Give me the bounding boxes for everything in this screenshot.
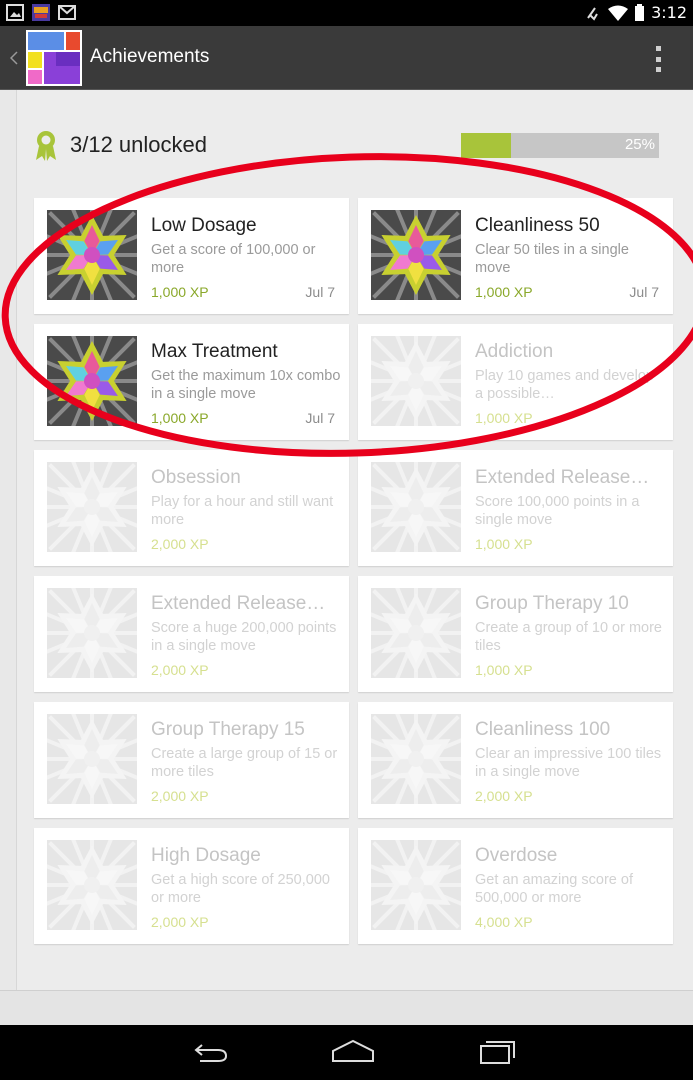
achievement-card[interactable]: Extended Release… Score a huge 200,000 po… bbox=[34, 576, 349, 692]
home-icon[interactable] bbox=[331, 1037, 375, 1067]
progress-bar-fill bbox=[461, 133, 511, 158]
recent-apps-icon[interactable] bbox=[476, 1037, 520, 1067]
achievement-badge-icon bbox=[47, 840, 137, 930]
achievement-xp: 1,000 XP bbox=[475, 662, 533, 678]
achievement-description: Get the maximum 10x combo in a single mo… bbox=[151, 368, 341, 402]
achievement-card[interactable]: Group Therapy 15 Create a large group of … bbox=[34, 702, 349, 818]
progress-bar: 25% bbox=[461, 133, 659, 158]
achievement-badge-icon bbox=[47, 336, 137, 426]
achievement-date: Jul 7 bbox=[305, 284, 335, 300]
notification-icons bbox=[6, 4, 76, 21]
action-bar: Achievements bbox=[0, 26, 693, 90]
achievement-grid: Low Dosage Get a score of 100,000 or more… bbox=[34, 198, 673, 944]
achievement-badge-icon bbox=[371, 840, 461, 930]
achievement-description: Get an amazing score of 500,000 or more bbox=[475, 872, 633, 906]
achievement-card[interactable]: Low Dosage Get a score of 100,000 or more… bbox=[34, 198, 349, 314]
system-icons: 3:12 bbox=[585, 3, 687, 22]
app-logo[interactable] bbox=[26, 30, 82, 86]
achievement-card[interactable]: Cleanliness 100 Clear an impressive 100 t… bbox=[358, 702, 673, 818]
overflow-menu-icon[interactable] bbox=[653, 46, 663, 72]
achievement-xp: 1,000 XP bbox=[475, 536, 533, 552]
image-icon bbox=[6, 4, 24, 21]
mute-icon bbox=[587, 6, 598, 21]
navigation-bar bbox=[0, 1025, 693, 1080]
achievement-description: Score a huge 200,000 points in a single … bbox=[151, 620, 337, 654]
achievement-title: Extended Release… bbox=[475, 467, 650, 488]
achievement-title: Group Therapy 15 bbox=[151, 719, 305, 740]
achievement-badge-icon bbox=[47, 462, 137, 552]
achievement-description: Score 100,000 points in a single move bbox=[475, 494, 640, 528]
achievement-card[interactable]: Extended Release… Score 100,000 points in… bbox=[358, 450, 673, 566]
achievement-badge-icon bbox=[47, 210, 137, 300]
achievement-card[interactable]: Addiction Play 10 games and develop a pos… bbox=[358, 324, 673, 440]
achievement-xp: 2,000 XP bbox=[475, 788, 533, 804]
achievement-title: Low Dosage bbox=[151, 215, 257, 236]
achievement-card[interactable]: Obsession Play for a hour and still want … bbox=[34, 450, 349, 566]
achievement-badge-icon bbox=[371, 336, 461, 426]
achievement-title: Cleanliness 100 bbox=[475, 719, 611, 740]
back-icon[interactable] bbox=[188, 1037, 232, 1067]
achievement-description: Get a high score of 250,000 or more bbox=[151, 872, 330, 906]
achievement-xp: 2,000 XP bbox=[151, 788, 209, 804]
clock: 3:12 bbox=[651, 3, 687, 22]
bottom-area bbox=[0, 990, 693, 1025]
achievement-description: Create a large group of 15 or more tiles bbox=[151, 746, 338, 780]
achievement-description: Get a score of 100,000 or more bbox=[151, 242, 316, 276]
ribbon-icon bbox=[36, 131, 56, 161]
status-bar: 3:12 bbox=[0, 0, 693, 26]
achievement-card[interactable]: Group Therapy 10 Create a group of 10 or … bbox=[358, 576, 673, 692]
achievement-description: Clear an impressive 100 tiles in a singl… bbox=[475, 746, 662, 780]
achievement-xp: 1,000 XP bbox=[475, 284, 533, 300]
achievement-xp: 1,000 XP bbox=[151, 284, 209, 300]
achievement-xp: 2,000 XP bbox=[151, 662, 209, 678]
achievement-description: Clear 50 tiles in a single move bbox=[475, 242, 629, 276]
wifi-icon bbox=[608, 5, 629, 21]
achievement-title: Group Therapy 10 bbox=[475, 593, 629, 614]
achievement-date: Jul 7 bbox=[629, 284, 659, 300]
achievement-title: Max Treatment bbox=[151, 341, 278, 362]
achievement-title: Cleanliness 50 bbox=[475, 215, 600, 236]
game-icon bbox=[32, 4, 50, 21]
achievement-badge-icon bbox=[371, 588, 461, 678]
battery-icon bbox=[635, 4, 645, 21]
achievement-xp: 1,000 XP bbox=[151, 410, 209, 426]
achievement-title: High Dosage bbox=[151, 845, 261, 866]
achievement-xp: 2,000 XP bbox=[151, 914, 209, 930]
achievement-xp: 1,000 XP bbox=[475, 410, 533, 426]
achievement-card[interactable]: Overdose Get an amazing score of 500,000 … bbox=[358, 828, 673, 944]
achievement-title: Overdose bbox=[475, 845, 558, 866]
achievement-badge-icon bbox=[371, 714, 461, 804]
page-title: Achievements bbox=[90, 46, 210, 67]
achievement-card[interactable]: High Dosage Get a high score of 250,000 o… bbox=[34, 828, 349, 944]
achievement-description: Play for a hour and still want more bbox=[151, 494, 334, 528]
achievement-badge-icon bbox=[371, 210, 461, 300]
gmail-icon bbox=[58, 5, 76, 20]
progress-label: 25% bbox=[624, 136, 655, 153]
achievement-badge-icon bbox=[371, 462, 461, 552]
achievement-date: Jul 7 bbox=[305, 410, 335, 426]
achievement-card[interactable]: Max Treatment Get the maximum 10x combo i… bbox=[34, 324, 349, 440]
achievement-description: Create a group of 10 or more tiles bbox=[475, 620, 662, 654]
achievement-card[interactable]: Cleanliness 50 Clear 50 tiles in a single… bbox=[358, 198, 673, 314]
achievement-badge-icon bbox=[47, 714, 137, 804]
achievement-badge-icon bbox=[47, 588, 137, 678]
achievement-description: Play 10 games and develop a possible… bbox=[475, 368, 654, 402]
achievement-title: Extended Release… bbox=[151, 593, 326, 614]
achievement-title: Obsession bbox=[151, 467, 241, 488]
achievement-xp: 2,000 XP bbox=[151, 536, 209, 552]
chevron-left-icon[interactable] bbox=[10, 51, 18, 65]
achievement-xp: 4,000 XP bbox=[475, 914, 533, 930]
achievement-title: Addiction bbox=[475, 341, 554, 362]
unlocked-count: 3/12 unlocked bbox=[70, 132, 207, 157]
